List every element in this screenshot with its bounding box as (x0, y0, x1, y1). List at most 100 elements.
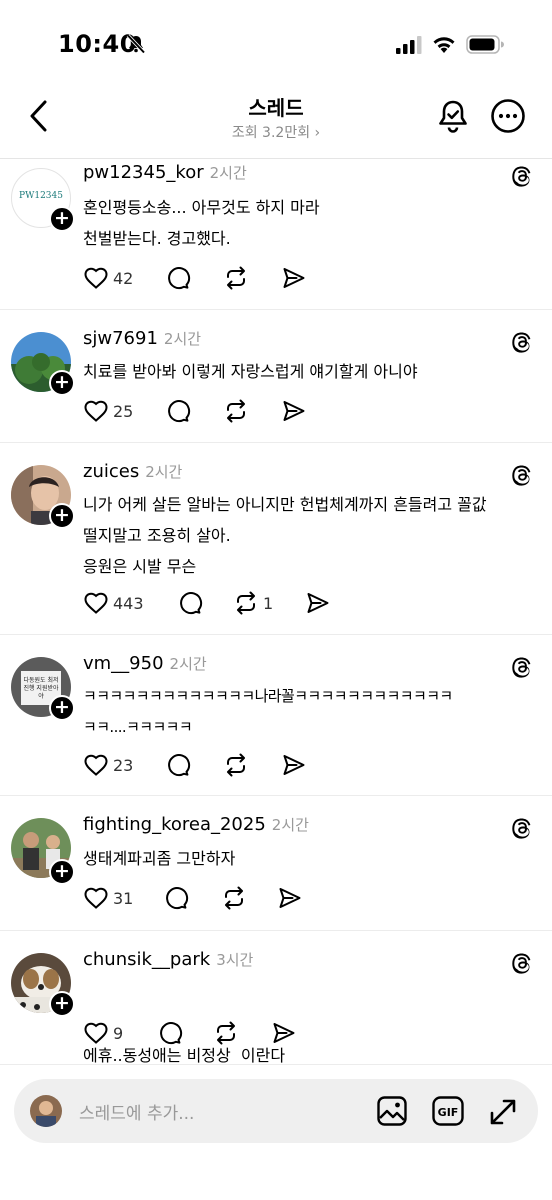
like-button[interactable]: 42 (83, 264, 133, 292)
like-count: 443 (113, 593, 144, 613)
share-button[interactable] (281, 397, 307, 425)
avatar-logo-text: PW12345 (19, 191, 63, 201)
reply-button[interactable] (165, 264, 191, 292)
reply-post: PW12345 + pw12345_kor 2시간 혼인평등소송... 아무것도 … (0, 160, 552, 310)
share-button[interactable] (305, 589, 331, 617)
threads-logo-icon[interactable] (510, 463, 534, 487)
follow-plus-button[interactable]: + (49, 370, 75, 396)
reply-composer[interactable]: 스레드에 추가... GIF (14, 1079, 538, 1143)
follow-plus-button[interactable]: + (49, 503, 75, 529)
comment-icon (168, 267, 191, 290)
reply-button[interactable] (163, 884, 189, 912)
heart-icon (84, 754, 108, 776)
post-actions: 31 (83, 884, 383, 912)
svg-text:GIF: GIF (438, 1106, 459, 1119)
send-icon (273, 1023, 295, 1043)
share-button[interactable] (277, 884, 303, 912)
status-bar: 10:40 (0, 0, 552, 80)
username[interactable]: chunsik__park (83, 949, 210, 970)
threads-logo-icon[interactable] (510, 330, 534, 354)
notification-bell-icon[interactable] (436, 98, 470, 134)
like-button[interactable]: 31 (83, 884, 133, 912)
reply-button[interactable] (165, 397, 191, 425)
post-actions: 25 (83, 397, 383, 425)
repost-button[interactable] (223, 397, 253, 425)
repost-button[interactable]: 1 (233, 589, 273, 617)
comment-icon (180, 592, 203, 615)
username[interactable]: vm__950 (83, 653, 164, 674)
post-actions: 443 1 (83, 589, 383, 617)
like-count: 23 (113, 755, 134, 775)
post-time: 2시간 (163, 330, 202, 348)
gif-icon[interactable]: GIF (432, 1096, 464, 1126)
my-avatar (30, 1095, 62, 1127)
battery-icon (466, 35, 504, 54)
username[interactable]: pw12345_kor (83, 162, 204, 183)
follow-plus-button[interactable]: + (49, 859, 75, 885)
like-button[interactable]: 9 (83, 1019, 123, 1047)
follow-plus-button[interactable]: + (49, 991, 75, 1017)
threads-logo-icon[interactable] (510, 164, 534, 188)
reply-post: + chunsik__park 3시간 에휴..동성애는 비정상 이란다 9 (0, 931, 552, 1065)
repost-button[interactable] (223, 264, 253, 292)
post-time: 2시간 (271, 816, 309, 834)
send-icon (283, 268, 305, 288)
bell-off-icon (126, 34, 146, 54)
repost-icon (227, 399, 245, 423)
threads-logo-icon[interactable] (510, 816, 534, 840)
like-count: 42 (113, 268, 134, 288)
post-text-line: 떨지말고 조용히 살아. (83, 526, 231, 545)
repost-button[interactable] (223, 751, 253, 779)
reply-post: + zuices 2시간 니가 어케 살든 알바는 아니지만 헌법체계까지 흔들려… (0, 443, 552, 635)
follow-plus-button[interactable]: + (49, 206, 75, 232)
send-icon (307, 593, 329, 613)
post-actions: 9 (83, 1019, 383, 1047)
post-time: 2시간 (169, 655, 207, 673)
share-button[interactable] (281, 264, 307, 292)
post-time: 3시간 (216, 951, 254, 969)
image-attach-icon[interactable] (376, 1095, 408, 1127)
reply-button[interactable] (177, 589, 203, 617)
username[interactable]: zuices (83, 461, 139, 482)
send-icon (283, 401, 305, 421)
reply-button[interactable] (157, 1019, 183, 1047)
username[interactable]: sjw7691 (83, 328, 158, 349)
heart-icon (84, 267, 108, 289)
like-button[interactable]: 23 (83, 751, 133, 779)
composer-placeholder[interactable]: 스레드에 추가... (79, 1099, 194, 1124)
reply-post: + sjw7691 2시간 치료를 받아봐 이렇게 자랑스럽게 얘기할게 아니야 … (0, 310, 552, 443)
like-button[interactable]: 443 (83, 589, 144, 617)
send-icon (283, 755, 305, 775)
repost-button[interactable] (221, 884, 251, 912)
heart-icon (84, 400, 108, 422)
post-text-line: ㅋㅋ....ㅋㅋㅋㅋㅋ (83, 718, 193, 736)
comment-icon (168, 400, 191, 423)
post-time: 2시간 (145, 463, 183, 481)
follow-plus-button[interactable]: + (49, 695, 75, 721)
post-text-line: 응원은 시발 무슨 (83, 557, 197, 576)
comment-icon (168, 754, 191, 777)
username[interactable]: fighting_korea_2025 (83, 814, 266, 835)
thread-header: 스레드 조회 3.2만회 › (0, 80, 552, 159)
post-text-line: 천벌받는다. 경고했다. (83, 229, 231, 248)
share-button[interactable] (271, 1019, 297, 1047)
reply-post: + fighting_korea_2025 2시간 생태계파괴좀 그만하자 31 (0, 796, 552, 931)
share-button[interactable] (281, 751, 307, 779)
cellular-signal-icon (396, 36, 422, 54)
repost-icon (217, 1021, 235, 1045)
send-icon (279, 888, 301, 908)
expand-icon[interactable] (488, 1097, 518, 1127)
threads-logo-icon[interactable] (510, 951, 534, 975)
repost-icon (225, 886, 243, 910)
more-options-icon[interactable] (490, 98, 526, 134)
repost-icon (237, 591, 255, 615)
threads-logo-icon[interactable] (510, 655, 534, 679)
repost-button[interactable] (213, 1019, 243, 1047)
like-button[interactable]: 25 (83, 397, 133, 425)
reply-button[interactable] (165, 751, 191, 779)
heart-icon (84, 887, 108, 909)
post-text-line: 혼인평등소송... 아무것도 하지 마라 (83, 198, 320, 217)
post-text-line: 생태계파괴좀 그만하자 (83, 849, 236, 868)
heart-icon (84, 592, 108, 614)
like-count: 25 (113, 401, 134, 421)
